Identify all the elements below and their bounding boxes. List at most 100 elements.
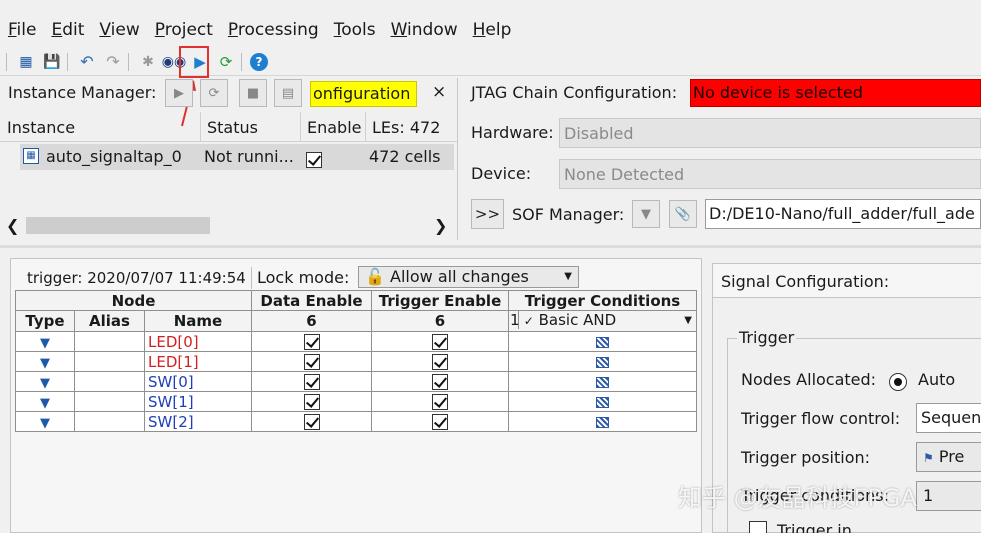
table-row[interactable]: ▼ SW[0]	[15, 371, 697, 392]
trigger-condition-cell[interactable]	[508, 331, 697, 352]
expand-button[interactable]: >>	[471, 199, 504, 229]
instance-manager-label: Instance Manager:	[8, 83, 157, 102]
menu-edit[interactable]: Edit	[51, 20, 84, 40]
type-cell: ▼	[15, 331, 75, 352]
node-table: Node Data Enable Trigger Enable Trigger …	[15, 290, 697, 432]
header-data-enable[interactable]: Data Enable	[251, 290, 372, 311]
dont-care-icon	[596, 376, 609, 388]
data-enable-cell	[251, 351, 372, 372]
table-row[interactable]: ▼ LED[0]	[15, 331, 697, 352]
header-node[interactable]: Node	[15, 290, 252, 311]
input-node-icon: ▼	[40, 355, 50, 371]
save-icon[interactable]: 💾	[41, 51, 63, 73]
alias-cell[interactable]	[74, 411, 145, 432]
header-alias[interactable]: Alias	[74, 310, 145, 332]
table-row[interactable]: ▼ LED[1]	[15, 351, 697, 372]
trigger-flow-select[interactable]: Sequen	[916, 403, 981, 433]
menu-project[interactable]: Project	[155, 20, 213, 40]
trigger-in-checkbox[interactable]	[749, 521, 767, 533]
redo-icon[interactable]: ↷	[102, 51, 124, 73]
data-enable-checkbox[interactable]	[303, 334, 320, 350]
header-trigger-conditions[interactable]: Trigger Conditions	[508, 290, 697, 311]
data-enable-checkbox[interactable]	[303, 414, 320, 430]
column-instance[interactable]: Instance	[7, 118, 75, 137]
instance-enable-checkbox[interactable]	[306, 151, 322, 168]
alias-cell[interactable]	[74, 371, 145, 392]
sof-manager-label: SOF Manager:	[512, 205, 625, 224]
type-cell: ▼	[15, 351, 75, 372]
column-les[interactable]: LEs: 472	[372, 118, 440, 137]
device-label: Device:	[471, 164, 532, 183]
scroll-right-icon[interactable]: ❯	[434, 216, 447, 235]
trigger-condition-cell[interactable]	[508, 371, 697, 392]
header-type[interactable]: Type	[15, 310, 75, 332]
lock-mode-select[interactable]: 🔓 Allow all changes ▼	[358, 266, 579, 288]
attach-file-icon[interactable]: 📎	[669, 200, 697, 228]
menu-view[interactable]: View	[99, 20, 139, 40]
data-enable-checkbox[interactable]	[303, 374, 320, 390]
table-row[interactable]: ▼ SW[1]	[15, 391, 697, 412]
trigger-condition-cell[interactable]	[508, 391, 697, 412]
trigger-conditions-select[interactable]: 1	[916, 481, 981, 511]
setup-icon[interactable]: ▦	[15, 51, 37, 73]
menu-processing[interactable]: Processing	[228, 20, 319, 40]
trigger-flow-label: Trigger flow control:	[741, 409, 901, 428]
data-enable-checkbox[interactable]	[303, 394, 320, 410]
node-name[interactable]: LED[1]	[144, 351, 252, 372]
horizontal-scrollbar[interactable]: ❮ ❯	[0, 214, 458, 236]
scrollbar-thumb[interactable]	[26, 217, 210, 234]
hardware-label: Hardware:	[471, 123, 554, 142]
node-table-column-header: Type Alias Name 6 6 1 ✓ Basic AND ▼	[15, 310, 697, 332]
panel-divider[interactable]	[0, 245, 981, 248]
autorun-icon[interactable]: ⟳	[215, 51, 237, 73]
scroll-left-icon[interactable]: ❮	[6, 216, 19, 235]
sof-path-field[interactable]: D:/DE10-Nano/full_adder/full_ade	[705, 199, 981, 229]
help-icon[interactable]: ?	[250, 52, 268, 71]
undo-icon[interactable]: ↶	[76, 51, 98, 73]
menu-window[interactable]: Window	[391, 20, 458, 40]
trigger-position-select[interactable]: ⚑ Pre	[916, 442, 981, 472]
trigger-enable-checkbox[interactable]	[432, 354, 448, 370]
trigger-enable-checkbox[interactable]	[432, 334, 448, 350]
node-name[interactable]: SW[1]	[144, 391, 252, 412]
nodes-allocated-auto-radio[interactable]	[889, 372, 907, 391]
program-device-icon[interactable]: ▼	[632, 200, 660, 228]
stop-icon[interactable]: ■	[239, 79, 267, 107]
node-name[interactable]: SW[0]	[144, 371, 252, 392]
type-cell: ▼	[15, 391, 75, 412]
trigger-enable-checkbox[interactable]	[432, 414, 448, 430]
setup-panel: trigger: 2020/07/07 11:49:54 Lock mode: …	[10, 258, 702, 533]
type-cell: ▼	[15, 411, 75, 432]
alias-cell[interactable]	[74, 331, 145, 352]
column-status[interactable]: Status	[207, 118, 258, 137]
table-row[interactable]: ▼ SW[2]	[15, 411, 697, 432]
menu-help[interactable]: Help	[473, 20, 512, 40]
autorun-instance-icon[interactable]: ⟳	[200, 79, 228, 107]
device-select[interactable]: None Detected	[559, 159, 981, 189]
trigger-condition-select[interactable]: 1 ✓ Basic AND ▼	[508, 310, 697, 332]
close-icon[interactable]: ×	[432, 82, 446, 102]
header-trigger-enable[interactable]: Trigger Enable	[371, 290, 509, 311]
trigger-enable-checkbox[interactable]	[432, 374, 448, 390]
column-enable[interactable]: Enable	[307, 118, 362, 137]
trigger-condition-cell[interactable]	[508, 351, 697, 372]
node-name[interactable]: SW[2]	[144, 411, 252, 432]
input-node-icon: ▼	[40, 415, 50, 431]
watermark: 知乎 @友晶科技FPGA	[678, 484, 917, 512]
node-name[interactable]: LED[0]	[144, 331, 252, 352]
trigger-condition-cell[interactable]	[508, 411, 697, 432]
run-instance-icon[interactable]: ▶	[165, 79, 193, 107]
alias-cell[interactable]	[74, 391, 145, 412]
lock-mode-label: Lock mode:	[257, 268, 350, 287]
instance-row[interactable]: ▦ auto_signaltap_0 Not runni... 472 cell…	[20, 144, 454, 170]
sparkle-icon[interactable]: ✱	[137, 51, 159, 73]
hardware-select[interactable]: Disabled	[559, 118, 981, 148]
read-data-icon[interactable]: ▤	[274, 79, 302, 107]
menu-tools[interactable]: Tools	[334, 20, 376, 40]
data-enable-checkbox[interactable]	[303, 354, 320, 370]
menu-file[interactable]: File	[8, 20, 36, 40]
trigger-enable-checkbox[interactable]	[432, 394, 448, 410]
trigger-enable-cell	[371, 411, 509, 432]
alias-cell[interactable]	[74, 351, 145, 372]
header-name[interactable]: Name	[144, 310, 252, 332]
